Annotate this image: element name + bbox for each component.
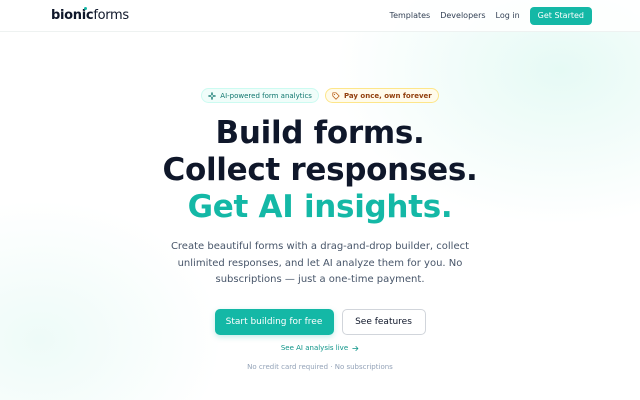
nav-link-login[interactable]: Log in	[496, 11, 520, 20]
nav-link-developers[interactable]: Developers	[440, 11, 485, 20]
brand-name-bold: bionic	[51, 8, 94, 23]
see-ai-analysis-label: See AI analysis live	[280, 344, 349, 352]
hero-section: AI-powered form analytics Pay once, own …	[0, 32, 640, 400]
sparkle-icon	[208, 91, 217, 100]
arrow-right-icon	[352, 345, 359, 351]
logo-dot-icon	[84, 7, 87, 10]
hero-cta-group: Start building for free See features	[0, 309, 640, 335]
brand-name-rest: forms	[93, 8, 129, 23]
nav-link-templates[interactable]: Templates	[390, 11, 431, 20]
ai-analytics-badge: AI-powered form analytics	[201, 88, 319, 103]
headline-line-2: Collect responses.	[162, 152, 478, 188]
headline-line-1: Build forms.	[215, 115, 425, 151]
start-building-button[interactable]: Start building for free	[214, 309, 334, 335]
get-started-button[interactable]: Get Started	[529, 6, 592, 25]
pay-once-badge-label: Pay once, own forever	[343, 91, 432, 100]
ai-analytics-badge-label: AI-powered form analytics	[220, 91, 312, 100]
see-features-button[interactable]: See features	[341, 309, 426, 335]
tag-icon	[332, 91, 340, 100]
top-navbar: bionicforms Templates Developers Log in …	[0, 0, 640, 32]
fineprint-note: No credit card required · No subscriptio…	[247, 363, 393, 371]
hero-badges: AI-powered form analytics Pay once, own …	[0, 88, 640, 103]
headline-line-3: Get AI insights.	[187, 189, 453, 225]
hero-subheadline: Create beautiful forms with a drag-and-d…	[170, 241, 470, 285]
brand-logo[interactable]: bionicforms	[51, 7, 129, 23]
nav-links: Templates Developers Log in Get Started	[390, 6, 592, 25]
see-ai-analysis-link[interactable]: See AI analysis live	[0, 344, 640, 352]
pay-once-badge: Pay once, own forever	[324, 88, 439, 103]
